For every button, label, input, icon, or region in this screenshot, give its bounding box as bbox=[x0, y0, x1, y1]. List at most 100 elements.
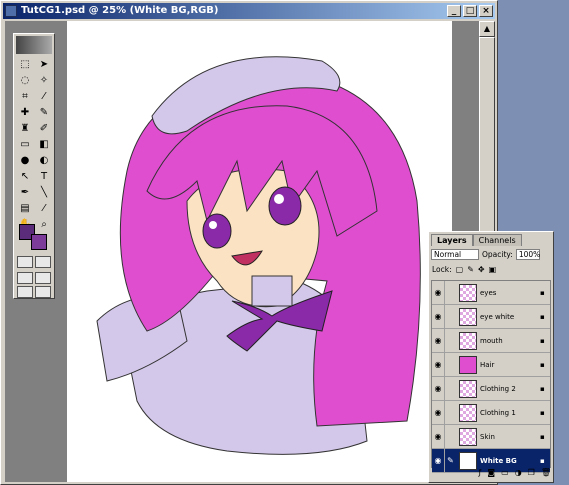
shape-icon[interactable]: ╲ bbox=[35, 185, 53, 200]
layer-thumbnail bbox=[459, 427, 477, 446]
visibility-eye-icon[interactable]: ◉ bbox=[432, 288, 444, 297]
quickmask-mode-icon[interactable] bbox=[35, 256, 51, 268]
link-slot-icon[interactable] bbox=[444, 281, 456, 304]
layer-name: White BG bbox=[480, 456, 517, 465]
layer-row-clothing-1[interactable]: ◉ Clothing 1 ▪ bbox=[432, 401, 550, 425]
lock-icon: ▪ bbox=[540, 336, 545, 345]
move-icon[interactable]: ➤ bbox=[35, 57, 53, 72]
lock-all-icon[interactable]: ▣ bbox=[489, 265, 497, 274]
edit-in-imageready-icon[interactable] bbox=[35, 286, 51, 298]
layer-row-eyes[interactable]: ◉ eyes ▪ bbox=[432, 281, 550, 305]
layer-thumbnail bbox=[459, 331, 477, 350]
lasso-icon[interactable]: ◌ bbox=[16, 73, 34, 88]
screen-mode-standard-icon[interactable] bbox=[17, 272, 33, 284]
layers-list: ◉ eyes ▪ ◉ eye white ▪ ◉ mouth ▪ ◉ Hair … bbox=[431, 280, 551, 473]
layer-name: Clothing 1 bbox=[480, 408, 516, 417]
lock-label: Lock: bbox=[432, 265, 452, 274]
stamp-icon[interactable]: ♜ bbox=[16, 121, 34, 136]
history-brush-icon[interactable]: ✐ bbox=[35, 121, 53, 136]
blend-mode-select[interactable]: Normal bbox=[431, 249, 479, 260]
minimize-button[interactable]: _ bbox=[447, 5, 461, 17]
trash-icon[interactable]: 🗑 bbox=[541, 468, 551, 480]
visibility-eye-icon[interactable]: ◉ bbox=[432, 408, 444, 417]
window-title: TutCG1.psd @ 25% (White BG,RGB) bbox=[21, 5, 219, 16]
brush-icon[interactable]: ✎ bbox=[35, 105, 53, 120]
background-color-swatch[interactable] bbox=[31, 234, 47, 250]
layer-name: eyes bbox=[480, 288, 497, 297]
screen-mode-full-icon[interactable] bbox=[35, 272, 51, 284]
layer-row-clothing-2[interactable]: ◉ Clothing 2 ▪ bbox=[432, 377, 550, 401]
layer-style-icon[interactable]: ƒ bbox=[479, 468, 482, 480]
notes-icon[interactable]: ▤ bbox=[16, 201, 34, 216]
lock-icon: ▪ bbox=[540, 360, 545, 369]
layer-name: eye white bbox=[480, 312, 515, 321]
link-slot-icon[interactable] bbox=[444, 329, 456, 352]
layer-row-eye-white[interactable]: ◉ eye white ▪ bbox=[432, 305, 550, 329]
eraser-icon[interactable]: ▭ bbox=[16, 137, 34, 152]
new-layer-icon[interactable]: ❐ bbox=[528, 468, 535, 480]
layer-thumbnail bbox=[459, 379, 477, 398]
link-slot-icon[interactable] bbox=[444, 401, 456, 424]
jump-to-imageready-icon[interactable] bbox=[17, 286, 33, 298]
slice-icon[interactable]: ⁄ bbox=[35, 89, 53, 104]
standard-mode-icon[interactable] bbox=[17, 256, 33, 268]
layer-name: Clothing 2 bbox=[480, 384, 516, 393]
visibility-eye-icon[interactable]: ◉ bbox=[432, 432, 444, 441]
new-set-icon[interactable]: ▭ bbox=[501, 468, 509, 480]
layer-thumbnail bbox=[459, 403, 477, 422]
lock-pixels-icon[interactable]: ✎ bbox=[467, 265, 474, 274]
window-titlebar[interactable]: TutCG1.psd @ 25% (White BG,RGB) _ □ × bbox=[3, 3, 495, 19]
path-select-icon[interactable]: ↖ bbox=[16, 169, 34, 184]
layer-name: mouth bbox=[480, 336, 503, 345]
visibility-eye-icon[interactable]: ◉ bbox=[432, 384, 444, 393]
layer-name: Hair bbox=[480, 360, 495, 369]
visibility-eye-icon[interactable]: ◉ bbox=[432, 336, 444, 345]
adjustment-layer-icon[interactable]: ◑ bbox=[515, 468, 522, 480]
layer-thumbnail bbox=[459, 283, 477, 302]
layer-thumbnail bbox=[459, 355, 477, 374]
burn-icon[interactable]: ◐ bbox=[35, 153, 53, 168]
gradient-icon[interactable]: ◧ bbox=[35, 137, 53, 152]
layer-row-mouth[interactable]: ◉ mouth ▪ bbox=[432, 329, 550, 353]
layer-mask-icon[interactable]: ◙ bbox=[487, 468, 495, 480]
opacity-field[interactable]: 100% bbox=[515, 249, 540, 260]
pen-icon[interactable]: ✒ bbox=[16, 185, 34, 200]
close-button[interactable]: × bbox=[479, 5, 493, 17]
layer-row-skin[interactable]: ◉ Skin ▪ bbox=[432, 425, 550, 449]
layer-thumbnail bbox=[459, 451, 477, 470]
photoshop-document-icon bbox=[5, 5, 17, 17]
healing-icon[interactable]: ✚ bbox=[16, 105, 34, 120]
layer-row-hair[interactable]: ◉ Hair ▪ bbox=[432, 353, 550, 377]
visibility-eye-icon[interactable]: ◉ bbox=[432, 456, 444, 465]
link-slot-icon[interactable] bbox=[444, 377, 456, 400]
toolbox-palette: ⬚ ➤ ◌ ✧ ⌗ ⁄ ✚ ✎ ♜ ✐ ▭ ◧ ● ◐ ↖ T ✒ ╲ ▤ ⁄ … bbox=[13, 33, 55, 299]
link-slot-icon[interactable] bbox=[444, 425, 456, 448]
scroll-up-icon[interactable]: ▲ bbox=[479, 21, 495, 37]
tab-layers[interactable]: Layers bbox=[431, 234, 473, 246]
canvas-area bbox=[5, 21, 479, 482]
lock-icon: ▪ bbox=[540, 408, 545, 417]
visibility-eye-icon[interactable]: ◉ bbox=[432, 360, 444, 369]
document-window: TutCG1.psd @ 25% (White BG,RGB) _ □ × ▲ bbox=[0, 0, 498, 485]
opacity-label: Opacity: bbox=[482, 250, 513, 259]
lock-position-icon[interactable]: ✥ bbox=[478, 265, 485, 274]
layer-name: Skin bbox=[480, 432, 495, 441]
maximize-button[interactable]: □ bbox=[463, 5, 477, 17]
document-canvas[interactable] bbox=[67, 21, 452, 482]
blur-icon[interactable]: ● bbox=[16, 153, 34, 168]
lock-icon: ▪ bbox=[540, 432, 545, 441]
magic-wand-icon[interactable]: ✧ bbox=[35, 73, 53, 88]
link-slot-icon[interactable] bbox=[444, 353, 456, 376]
lock-transparency-icon[interactable]: ▢ bbox=[456, 265, 464, 274]
zoom-icon[interactable]: ⌕ bbox=[35, 217, 53, 232]
marquee-icon[interactable]: ⬚ bbox=[16, 57, 34, 72]
lock-icon: ▪ bbox=[540, 384, 545, 393]
toolbox-header[interactable] bbox=[16, 36, 52, 54]
link-slot-icon[interactable] bbox=[444, 305, 456, 328]
tab-channels[interactable]: Channels bbox=[472, 234, 522, 246]
type-icon[interactable]: T bbox=[35, 169, 53, 184]
lock-icon: ▪ bbox=[540, 288, 545, 297]
visibility-eye-icon[interactable]: ◉ bbox=[432, 312, 444, 321]
crop-icon[interactable]: ⌗ bbox=[16, 89, 34, 104]
eyedropper-icon[interactable]: ⁄ bbox=[35, 201, 53, 216]
